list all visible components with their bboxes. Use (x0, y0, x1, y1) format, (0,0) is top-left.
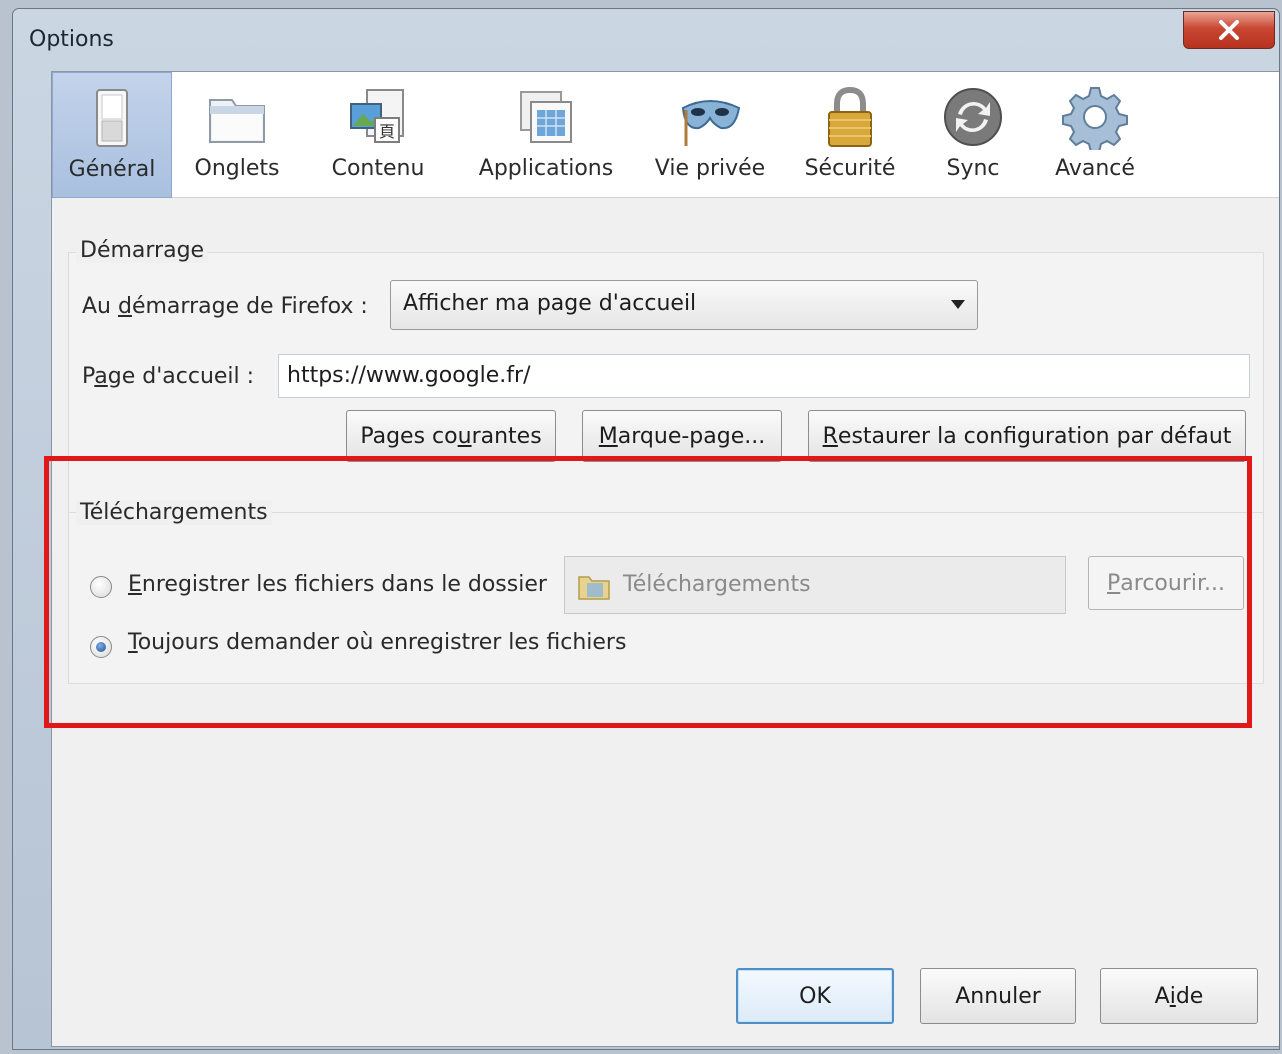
download-folder-value: Téléchargements (623, 572, 811, 597)
restore-default-access-key: R (822, 423, 838, 449)
browse-access-key: P (1107, 570, 1121, 596)
save-to-folder-post: nregistrer les fichiers dans le dossier (141, 572, 547, 597)
tab-privacy-label: Vie privée (654, 156, 766, 181)
use-bookmark-button[interactable]: Marque-page... (582, 410, 782, 462)
on-start-label-post: émarrage de Firefox : (131, 294, 368, 319)
tab-tabs[interactable]: Onglets (178, 72, 296, 198)
help-button[interactable]: Ai de (1100, 968, 1258, 1024)
homepage-input[interactable]: https://www.google.fr/ (278, 354, 1250, 398)
always-ask-post: oujours demander où enregistrer les fich… (137, 630, 627, 655)
close-button[interactable] (1183, 11, 1275, 49)
close-icon (1219, 20, 1239, 40)
help-pre: A (1154, 983, 1170, 1009)
browse-button[interactable]: Parcourir... (1088, 556, 1244, 610)
tab-sync[interactable]: Sync (918, 72, 1028, 198)
tab-general-label: Général (68, 157, 156, 182)
tab-content[interactable]: 頁 Contenu (308, 72, 448, 198)
save-to-folder-label[interactable]: Enregistrer les fichiers dans le dossier (128, 572, 547, 597)
tab-advanced[interactable]: Avancé (1036, 72, 1154, 198)
homepage-label: Page d'accueil : (82, 364, 254, 389)
use-current-pages-access-key: u (457, 423, 472, 449)
use-current-pages-button[interactable]: Pages co u rantes (346, 410, 556, 462)
restore-default-post: estaurer la configuration par défaut (837, 423, 1232, 449)
tab-advanced-label: Avancé (1055, 156, 1135, 181)
tab-general[interactable]: Général (52, 72, 172, 198)
use-bookmark-post: arque-page... (617, 423, 766, 449)
use-bookmark-access-key: M (598, 423, 618, 449)
homepage-label-post: ge d'accueil : (107, 364, 255, 389)
window-title: Options (29, 27, 114, 52)
category-toolbar: Général Onglets 頁 Contenu Applications V… (52, 72, 1279, 198)
on-start-selected-value: Afficher ma page d'accueil (403, 291, 697, 316)
folder-icon (578, 576, 610, 600)
tab-applications[interactable]: Applications (464, 72, 628, 198)
on-start-label-pre: Au (82, 294, 118, 319)
download-folder-field: Téléchargements (564, 556, 1066, 614)
options-window: Options Général Onglets 頁 Contenu Applic… (12, 8, 1280, 1050)
security-padlock-icon (828, 86, 872, 147)
always-ask-radio[interactable] (90, 636, 112, 658)
use-current-pages-post: rantes (471, 423, 542, 449)
on-start-label: Au démarrage de Firefox : (82, 294, 368, 319)
save-to-folder-radio[interactable] (90, 576, 112, 598)
tab-tabs-label: Onglets (194, 156, 280, 181)
save-to-folder-access-key: E (128, 572, 142, 597)
privacy-mask-icon (681, 100, 741, 146)
tabs-icon (209, 99, 265, 143)
tab-content-label: Contenu (331, 156, 425, 181)
sync-icon (944, 88, 1002, 146)
tab-sync-label: Sync (946, 156, 1000, 181)
always-ask-access-key: T (128, 630, 138, 655)
use-current-pages-pre: Pages co (360, 423, 458, 449)
tab-security-label: Sécurité (804, 156, 896, 181)
downloads-group-title: Téléchargements (76, 500, 272, 525)
on-start-select[interactable]: Afficher ma page d'accueil (390, 280, 978, 330)
tab-applications-label: Applications (478, 156, 614, 181)
chevron-down-icon (951, 300, 965, 309)
help-post: de (1175, 983, 1204, 1009)
restore-default-button[interactable]: Restaurer la configuration par défaut (808, 410, 1246, 462)
svg-text:頁: 頁 (379, 122, 395, 141)
cancel-button[interactable]: Annuler (920, 968, 1076, 1024)
general-switch-icon (96, 89, 128, 147)
ok-button[interactable]: OK (736, 968, 894, 1024)
on-start-label-access-key: d (118, 294, 132, 319)
always-ask-label[interactable]: Toujours demander où enregistrer les fic… (128, 630, 626, 655)
advanced-gear-icon (1062, 87, 1128, 150)
content-icon: 頁 (350, 89, 404, 143)
options-content: Général Onglets 頁 Contenu Applications V… (51, 71, 1279, 1047)
homepage-label-pre: P (82, 364, 95, 389)
applications-icon (520, 91, 572, 143)
browse-post: arcourir... (1120, 570, 1225, 596)
startup-group-title: Démarrage (76, 238, 209, 263)
tab-security[interactable]: Sécurité (790, 72, 910, 198)
homepage-label-access-key: a (94, 364, 108, 389)
tab-privacy[interactable]: Vie privée (642, 72, 778, 198)
